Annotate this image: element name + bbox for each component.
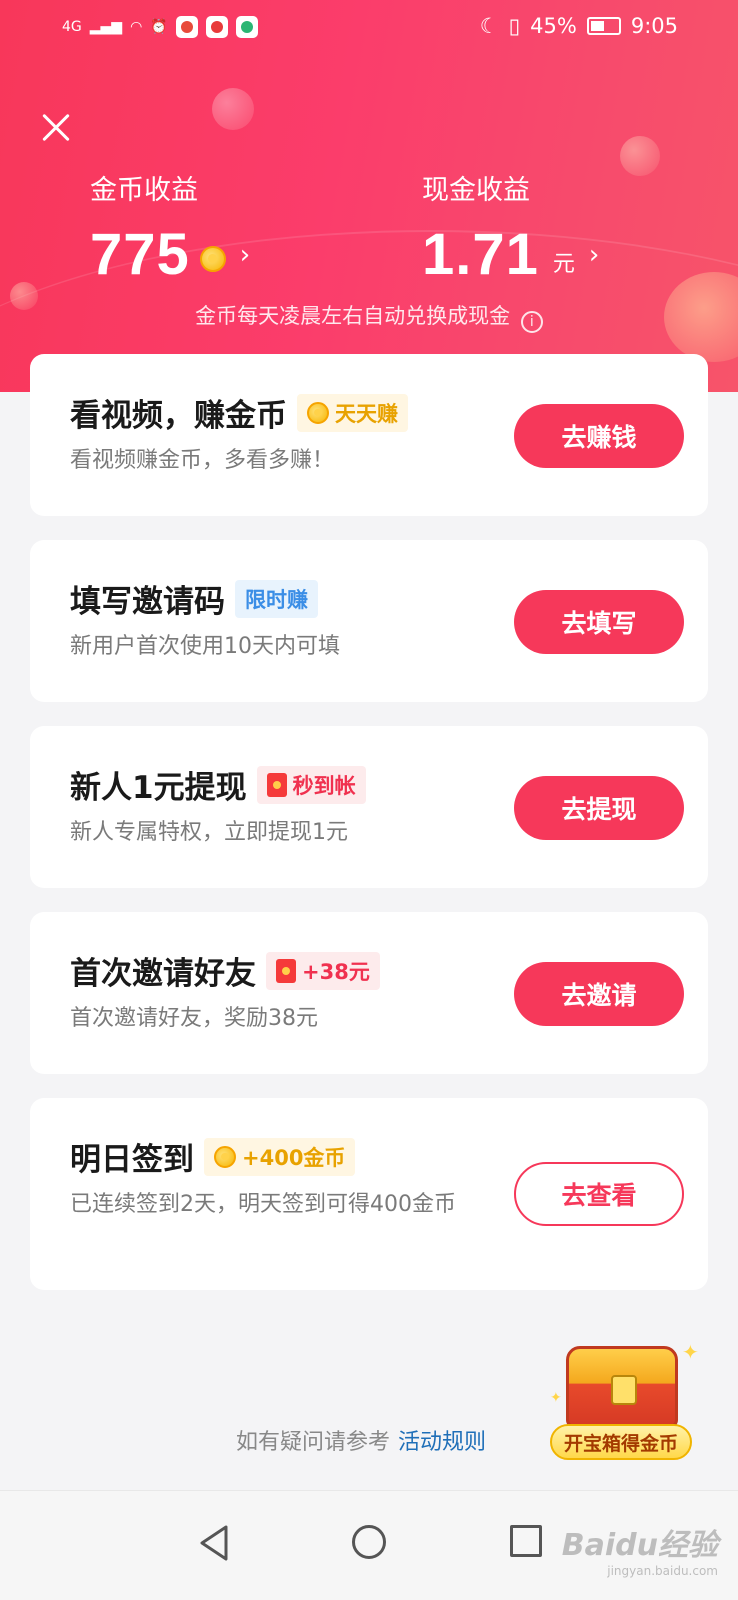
coin-icon <box>307 401 329 424</box>
coin-icon <box>199 245 226 272</box>
task-title: 首次邀请好友 <box>70 956 256 992</box>
task-tag-text: 天天赚 <box>335 401 398 426</box>
gold-earnings[interactable]: 金币收益 775 › <box>90 168 250 288</box>
task-title: 新人1元提现 <box>70 770 247 806</box>
app-notification-icon <box>205 16 228 38</box>
info-icon[interactable]: i <box>520 311 543 333</box>
task-card-watch-video: 看视频，赚金币 天天赚 看视频赚金币，多看多赚！ 去赚钱 <box>30 354 708 516</box>
vibrate-icon: ▯ <box>508 14 521 38</box>
exchange-note-text: 金币每天凌晨左右自动兑换成现金 <box>195 304 511 328</box>
cash-earnings-label: 现金收益 <box>422 175 530 206</box>
clock: 9:05 <box>630 14 678 38</box>
task-card-check-in: 明日签到 +400金币 已连续签到2天，明天签到可得400金币 去查看 <box>30 1098 708 1290</box>
network-icon: 4G <box>62 19 82 35</box>
withdraw-button[interactable]: 去提现 <box>514 776 684 840</box>
coin-icon <box>214 1145 236 1168</box>
task-card-withdraw: 新人1元提现 秒到帐 新人专属特权，立即提现1元 去提现 <box>30 726 708 888</box>
back-icon[interactable] <box>196 1523 232 1563</box>
app-notification-icon <box>175 16 198 38</box>
invite-friend-button[interactable]: 去邀请 <box>514 962 684 1026</box>
task-card-invite-code: 填写邀请码 限时赚 新用户首次使用10天内可填 去填写 <box>30 540 708 702</box>
cash-earnings-value: 1.71 <box>422 222 539 287</box>
task-tag-text: +38元 <box>302 959 370 984</box>
app-notification-icon <box>235 16 258 38</box>
treasure-chest-label: 开宝箱得金币 <box>550 1424 692 1460</box>
task-title: 看视频，赚金币 <box>70 398 287 434</box>
task-card-invite-friend: 首次邀请好友 +38元 首次邀请好友，奖励38元 去邀请 <box>30 912 708 1074</box>
decor-bubble <box>620 136 660 176</box>
wifi-icon: ◠ <box>130 19 143 35</box>
task-desc: 新用户首次使用10天内可填 <box>70 634 340 659</box>
task-desc: 首次邀请好友，奖励38元 <box>70 1006 318 1031</box>
moon-icon: ☾ <box>479 14 499 38</box>
baidu-watermark: Baidu经验 jingyan.baidu.com <box>562 1520 718 1578</box>
activity-rules-link[interactable]: 活动规则 <box>398 1430 486 1455</box>
earnings-header: 4G ▂▄▆ ◠ ⏰ ☾ ▯ 45% 9:05 金币收益 775 › 现金收益 … <box>0 0 738 392</box>
status-bar: 4G ▂▄▆ ◠ ⏰ ☾ ▯ 45% 9:05 <box>0 0 738 60</box>
task-tag-text: +400金币 <box>242 1145 346 1170</box>
rules-hint: 如有疑问请参考 <box>236 1430 391 1455</box>
chevron-right-icon: › <box>239 239 251 270</box>
watermark-brand: Baidu经验 <box>561 1528 718 1563</box>
task-tag: 限时赚 <box>235 579 318 618</box>
status-right: ☾ ▯ 45% 9:05 <box>480 14 678 38</box>
task-title-row: 看视频，赚金币 天天赚 <box>70 390 408 435</box>
task-tag-text: 秒到帐 <box>292 773 356 798</box>
watermark-url: jingyan.baidu.com <box>607 1564 718 1578</box>
task-title-row: 明日签到 +400金币 <box>70 1134 356 1179</box>
view-check-in-button[interactable]: 去查看 <box>514 1162 684 1226</box>
task-tag: +400金币 <box>204 1137 356 1176</box>
task-tag-text: 限时赚 <box>245 587 308 612</box>
task-title-row: 填写邀请码 限时赚 <box>70 576 318 621</box>
earn-money-button[interactable]: 去赚钱 <box>514 404 684 468</box>
red-envelope-icon <box>266 772 287 797</box>
alarm-icon: ⏰ <box>150 19 168 35</box>
red-envelope-icon <box>276 958 296 983</box>
home-icon[interactable] <box>352 1525 386 1559</box>
signal-icon: ▂▄▆ <box>89 19 123 35</box>
task-tag: +38元 <box>266 951 380 990</box>
cash-unit: 元 <box>552 251 575 277</box>
fill-invite-code-button[interactable]: 去填写 <box>514 590 684 654</box>
treasure-chest-button[interactable]: ✦ ✦ 开宝箱得金币 <box>550 1340 700 1460</box>
gold-earnings-value: 775 <box>90 222 190 287</box>
decor-bubble <box>212 88 254 130</box>
task-title: 明日签到 <box>70 1142 194 1178</box>
rules-footer: 如有疑问请参考 活动规则 <box>236 1424 486 1456</box>
close-icon[interactable] <box>36 108 76 148</box>
cash-earnings[interactable]: 现金收益 1.71 元 › <box>422 168 599 288</box>
task-desc: 已连续签到2天，明天签到可得400金币 <box>70 1192 456 1217</box>
treasure-chest-icon <box>566 1346 678 1428</box>
exchange-note: 金币每天凌晨左右自动兑换成现金 i <box>0 300 738 333</box>
gold-earnings-label: 金币收益 <box>90 175 198 206</box>
task-title: 填写邀请码 <box>70 584 225 620</box>
status-left: 4G ▂▄▆ ◠ ⏰ <box>62 16 258 38</box>
sparkle-icon: ✦ <box>550 1390 562 1406</box>
task-tag: 秒到帐 <box>256 765 366 804</box>
task-title-row: 新人1元提现 秒到帐 <box>70 762 366 807</box>
task-desc: 看视频赚金币，多看多赚！ <box>70 448 335 473</box>
battery-icon <box>586 17 621 35</box>
battery-percent: 45% <box>530 14 577 38</box>
recent-apps-icon[interactable] <box>510 1525 542 1557</box>
sparkle-icon: ✦ <box>682 1340 699 1364</box>
task-title-row: 首次邀请好友 +38元 <box>70 948 380 993</box>
task-desc: 新人专属特权，立即提现1元 <box>70 820 348 845</box>
task-tag: 天天赚 <box>297 393 408 432</box>
chevron-right-icon: › <box>588 239 600 270</box>
